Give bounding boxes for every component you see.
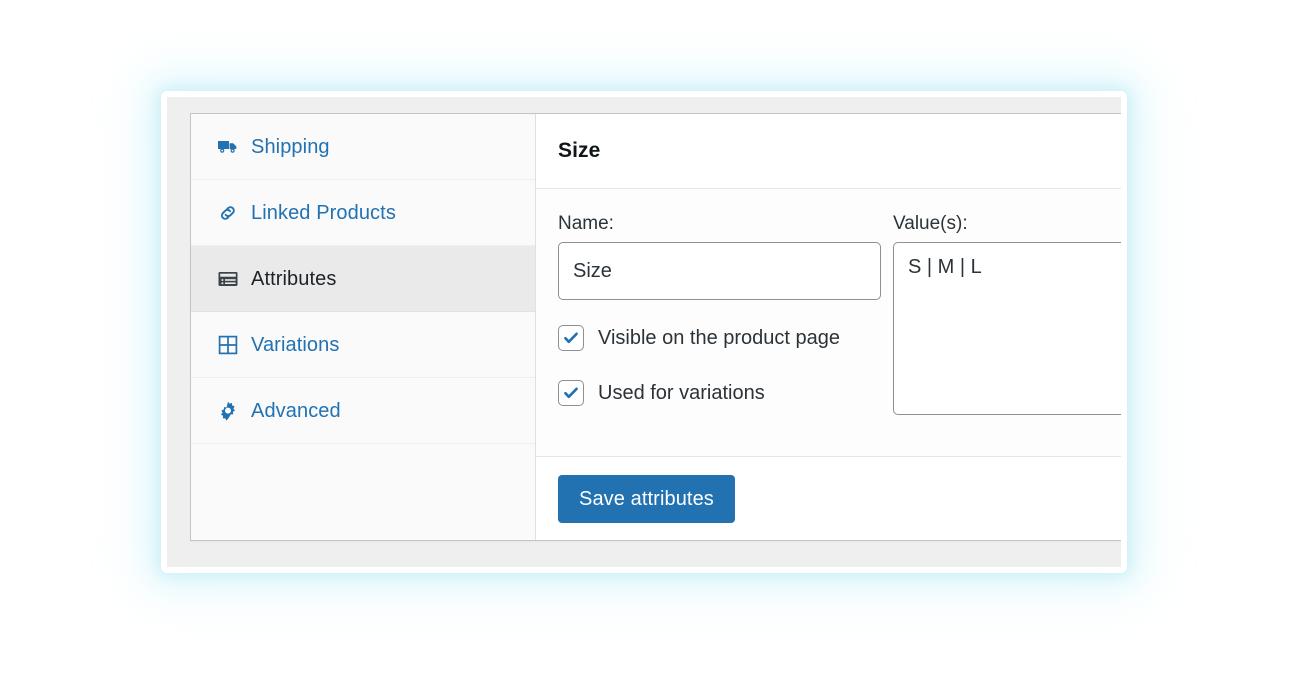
truck-icon [217, 136, 239, 158]
attribute-options: Visible on the product page Used for var… [558, 320, 881, 411]
sidebar-item-label: Attributes [251, 267, 337, 290]
attributes-pane: Size Name: Size Visible on the product p… [536, 114, 1121, 540]
sidebar-item-advanced[interactable]: Advanced [191, 378, 535, 444]
checkbox-used-for-variations[interactable]: Used for variations [558, 375, 881, 411]
product-data-metabox: Shipping Linked Products Attributes Vari… [167, 97, 1121, 567]
attribute-title: Size [558, 139, 601, 162]
attribute-body: Name: Visible on the product page [536, 189, 1121, 457]
name-label: Name: [558, 213, 614, 234]
sidebar-item-variations[interactable]: Variations [191, 312, 535, 378]
list-box-icon [217, 268, 239, 290]
tabs-filler [191, 444, 535, 540]
gear-icon [217, 400, 239, 422]
attribute-values-column: Value(s): S | M | L [893, 213, 1121, 456]
save-attributes-button[interactable]: Save attributes [558, 474, 735, 523]
attribute-name-input[interactable] [558, 242, 881, 300]
product-data-tabs: Shipping Linked Products Attributes Vari… [191, 114, 536, 540]
sidebar-item-shipping[interactable]: Shipping [191, 114, 535, 180]
checkbox-label: Visible on the product page [598, 327, 841, 349]
checkbox-checked-icon[interactable] [558, 380, 584, 406]
attribute-header: Size [536, 114, 1121, 189]
values-label: Value(s): [893, 213, 968, 234]
attribute-values-textarea[interactable]: S | M | L [893, 242, 1121, 415]
sidebar-item-label: Variations [251, 333, 340, 356]
attribute-name-column: Name: Visible on the product page [558, 214, 881, 456]
sidebar-item-label: Shipping [251, 135, 330, 158]
checkbox-checked-icon[interactable] [558, 325, 584, 351]
sidebar-item-label: Advanced [251, 399, 341, 422]
checkbox-label: Used for variations [598, 382, 765, 404]
product-data-panel: Shipping Linked Products Attributes Vari… [190, 113, 1121, 541]
link-icon [217, 202, 239, 224]
grid-icon [217, 334, 239, 356]
sidebar-item-label: Linked Products [251, 201, 396, 224]
screenshot-stage: Shipping Linked Products Attributes Vari… [0, 0, 1300, 681]
checkbox-visible-on-product-page[interactable]: Visible on the product page [558, 320, 881, 356]
sidebar-item-attributes[interactable]: Attributes [191, 246, 535, 312]
sidebar-item-linked-products[interactable]: Linked Products [191, 180, 535, 246]
attribute-footer: Save attributes [536, 457, 1121, 540]
